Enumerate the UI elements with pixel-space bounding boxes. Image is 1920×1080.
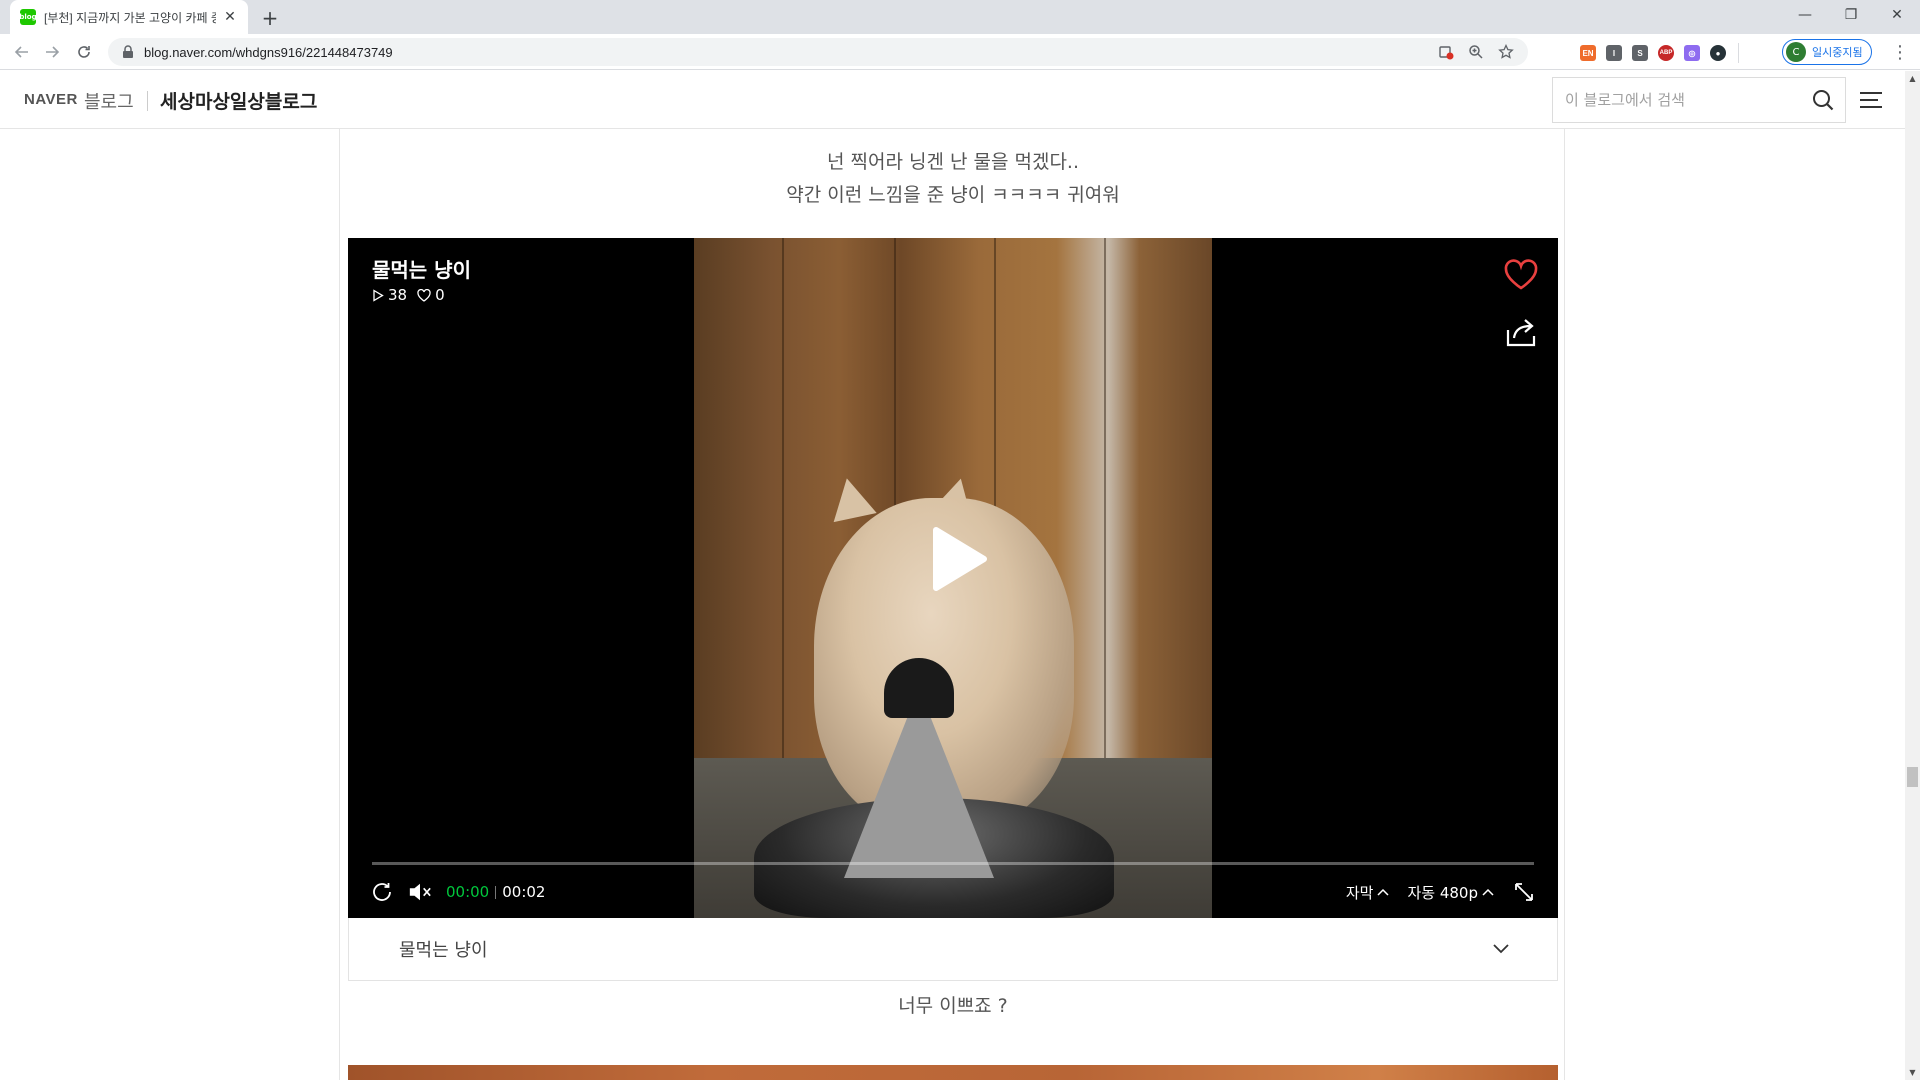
forward-arrow-icon[interactable] [40, 40, 64, 64]
views-value: 38 [388, 286, 408, 304]
tab-title: [부천] 지금까지 가본 고양이 카페 중 [44, 10, 216, 25]
like-count-icon [417, 288, 431, 302]
chevron-up-icon [1482, 888, 1494, 896]
profile-button[interactable]: C 일시중지됨 [1782, 39, 1872, 65]
back-arrow-icon[interactable] [10, 40, 34, 64]
browser-menu-icon[interactable]: ⋮ [1890, 40, 1910, 64]
ext-s-icon[interactable]: S [1632, 45, 1648, 61]
bookmark-star-icon[interactable] [1498, 44, 1514, 60]
blog-search [1552, 77, 1846, 123]
page-scrollbar[interactable]: ▲ ▼ [1905, 71, 1920, 1080]
mute-icon[interactable] [408, 880, 432, 904]
controls-right: 자막 자동 480p [1346, 878, 1536, 906]
post-text-line-2: 약간 이런 느낌을 준 냥이 ㅋㅋㅋㅋ 귀여워 [786, 184, 1120, 206]
ext-instagram-icon[interactable]: ◎ [1684, 45, 1700, 61]
fullscreen-icon[interactable] [1512, 880, 1536, 904]
likes-value: 0 [435, 286, 445, 304]
extensions-area: EN I S ABP ◎ ● [1580, 43, 1741, 63]
quality-label: 자동 480p [1407, 883, 1478, 902]
replay-icon[interactable] [370, 880, 394, 904]
blog-favicon-icon: blog [19, 9, 37, 25]
search-input[interactable] [1565, 91, 1801, 109]
ext-dark-icon[interactable]: ● [1710, 45, 1726, 61]
video-player[interactable]: 물먹는 냥이 38 0 00:00 00:02 자막 자동 480p [348, 238, 1558, 918]
ext-gray-icon[interactable]: I [1606, 45, 1622, 61]
subtitle-button[interactable]: 자막 [1346, 882, 1390, 903]
time-total: 00:02 [502, 883, 546, 901]
progress-bar[interactable] [372, 862, 1534, 865]
like-heart-icon[interactable] [1503, 258, 1539, 292]
header-divider [147, 91, 148, 111]
profile-label: 일시중지됨 [1812, 46, 1863, 59]
lock-icon [122, 45, 134, 59]
naver-logo[interactable]: NAVER [24, 91, 78, 108]
browser-tabstrip: blog [부천] 지금까지 가본 고양이 카페 중 ✕ + — ❐ ✕ [0, 0, 1920, 34]
avatar: C [1786, 42, 1806, 62]
close-window-icon[interactable]: ✕ [1874, 0, 1920, 30]
view-count: 38 [372, 286, 407, 304]
share-icon[interactable] [1503, 316, 1539, 350]
address-bar[interactable]: blog.naver.com/whdgns916/221448473749 [108, 38, 1528, 66]
post-image [348, 1065, 1558, 1080]
post-content: 넌 찍어라 닝겐 난 물을 먹겠다.. 약간 이런 느낌을 준 냥이 ㅋㅋㅋㅋ … [339, 129, 1565, 1080]
minimize-icon[interactable]: — [1782, 0, 1828, 30]
video-caption: 물먹는 냥이 [399, 940, 488, 961]
video-title: 물먹는 냥이 [372, 258, 471, 282]
reload-icon[interactable] [72, 40, 96, 64]
post-text-after: 너무 이쁘죠 ? [898, 995, 1008, 1017]
search-icon[interactable] [1801, 78, 1845, 122]
chevron-up-icon [1377, 888, 1389, 896]
video-stats: 38 0 [372, 286, 445, 304]
controls-left: 00:00 00:02 [370, 878, 545, 906]
play-icon[interactable] [928, 526, 988, 592]
scroll-up-icon[interactable]: ▲ [1905, 71, 1920, 86]
scroll-thumb[interactable] [1907, 767, 1918, 787]
time-current: 00:00 [446, 883, 490, 901]
blocked-popup-icon[interactable] [1438, 44, 1454, 60]
ext-abp-icon[interactable]: ABP [1658, 45, 1674, 61]
browser-tab[interactable]: blog [부천] 지금까지 가본 고양이 카페 중 ✕ [10, 0, 248, 34]
quality-button[interactable]: 자동 480p [1407, 882, 1494, 903]
scroll-down-icon[interactable]: ▼ [1905, 1065, 1920, 1080]
blog-name[interactable]: 세상마상일상블로그 [160, 87, 317, 114]
menu-icon[interactable] [1860, 89, 1882, 111]
restore-icon[interactable]: ❐ [1828, 0, 1874, 30]
close-tab-icon[interactable]: ✕ [222, 9, 238, 25]
subtitle-label: 자막 [1345, 883, 1374, 902]
zoom-icon[interactable] [1468, 44, 1484, 60]
new-tab-button[interactable]: + [258, 6, 282, 30]
toolbar-separator [1738, 43, 1739, 63]
blog-header: NAVER 블로그 세상마상일상블로그 [0, 71, 1905, 129]
play-count-icon [373, 288, 384, 302]
time-separator [495, 885, 497, 899]
video-caption-bar[interactable]: 물먹는 냥이 [348, 918, 1558, 981]
chevron-down-icon[interactable] [1491, 939, 1511, 959]
ext-orange-icon[interactable]: EN [1580, 45, 1596, 61]
window-controls: — ❐ ✕ [1782, 0, 1920, 30]
blog-home-link[interactable]: 블로그 [84, 88, 134, 114]
url-text: blog.naver.com/whdgns916/221448473749 [144, 44, 393, 60]
like-count: 0 [417, 286, 445, 304]
post-text-line-1: 넌 찍어라 닝겐 난 물을 먹겠다.. [826, 151, 1080, 173]
